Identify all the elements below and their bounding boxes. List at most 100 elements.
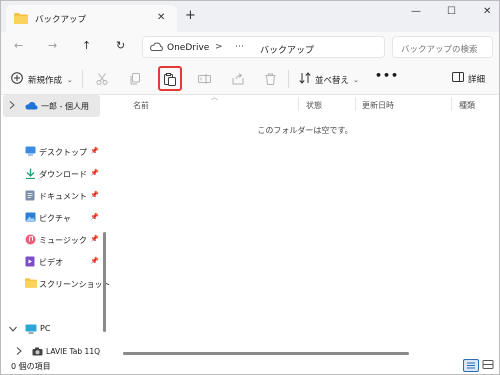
details-view-button[interactable]: [463, 359, 479, 372]
folder-icon: [14, 13, 28, 26]
tab-backup[interactable]: バックアップ ✕: [6, 5, 177, 32]
breadcrumb-more-button[interactable]: ⋯: [235, 42, 244, 52]
pin-icon[interactable]: 📌: [90, 169, 99, 177]
document-icon: [25, 190, 35, 203]
column-divider[interactable]: [451, 97, 452, 111]
sidebar-item-music[interactable]: ミュージック 📌: [25, 232, 100, 248]
sort-button-label: 並べ替え: [315, 75, 350, 86]
close-button[interactable]: ✕: [483, 6, 491, 17]
delete-icon[interactable]: [265, 73, 276, 87]
search-input[interactable]: バックアップの検索: [401, 43, 478, 55]
details-label: 詳細: [468, 74, 486, 85]
search-box[interactable]: バックアップの検索: [392, 36, 493, 58]
breadcrumb-current[interactable]: バックアップ: [260, 43, 314, 56]
more-options-button[interactable]: •••: [375, 69, 399, 82]
toolbar-divider: [288, 70, 289, 88]
download-icon: [25, 168, 36, 181]
sidebar-item-label: ピクチャ: [39, 214, 71, 223]
sidebar-item-label: LAVIE Tab 11Q: [46, 347, 100, 356]
sidebar-item-device[interactable]: LAVIE Tab 11Q: [1, 345, 111, 359]
cut-icon[interactable]: [96, 73, 108, 87]
horizontal-scrollbar[interactable]: [123, 352, 409, 355]
column-divider[interactable]: [298, 97, 299, 111]
copy-icon[interactable]: [129, 73, 141, 87]
sidebar-item-label: デスクトップ: [39, 148, 87, 157]
refresh-button[interactable]: ↻: [116, 39, 125, 52]
sidebar-item-desktop[interactable]: デスクトップ 📌: [25, 144, 100, 160]
command-bar: 新規作成 ⌄ 並べ替え ⌄ ••• 詳細: [1, 62, 499, 95]
column-header-type[interactable]: 種類: [459, 100, 475, 111]
back-button[interactable]: ←: [14, 39, 23, 52]
share-icon[interactable]: [232, 73, 244, 87]
tab-title: バックアップ: [35, 15, 87, 25]
column-divider[interactable]: [355, 97, 356, 111]
details-view-icon: [467, 362, 475, 369]
chevron-right-icon[interactable]: [9, 101, 15, 111]
forward-button[interactable]: →: [48, 39, 57, 52]
item-count: 0 個の項目: [11, 362, 51, 371]
title-bar: バックアップ ✕ + — ☐ ✕: [1, 1, 499, 32]
onedrive-icon: [25, 101, 38, 112]
add-circle-icon: [11, 72, 23, 87]
sidebar-item-downloads[interactable]: ダウンロード 📌: [25, 166, 100, 182]
details-pane-button[interactable]: 詳細: [452, 72, 485, 85]
paste-highlight-box: [158, 66, 182, 91]
pictures-icon: [25, 212, 36, 224]
sidebar-item-label: ドキュメント: [39, 192, 87, 201]
breadcrumb-onedrive[interactable]: OneDrive: [167, 43, 209, 53]
desktop-icon: [25, 146, 36, 158]
navigation-pane: 一郎 - 個人用 デスクトップ 📌 ダウンロード 📌 ドキュメント 📌 ピクチャ…: [1, 95, 111, 358]
up-button[interactable]: ↑: [82, 39, 91, 52]
music-icon: [25, 234, 36, 247]
sort-button[interactable]: 並べ替え ⌄: [299, 72, 359, 87]
sidebar-item-onedrive[interactable]: 一郎 - 個人用: [3, 95, 100, 117]
address-row: ← → ↑ ↻ OneDrive > ⋯ バックアップ バックアップの検索: [1, 32, 499, 62]
file-list: ︿ 名前 状態 更新日時 種類 このフォルダーは空です。: [111, 93, 499, 358]
chevron-right-icon[interactable]: [16, 347, 22, 357]
sidebar-item-label: 一郎 - 個人用: [41, 102, 89, 111]
sidebar-item-label: ミュージック: [39, 236, 87, 245]
camera-icon: [32, 347, 43, 358]
file-explorer-window: バックアップ ✕ + — ☐ ✕ ← → ↑ ↻ OneDrive > ⋯ バッ…: [0, 0, 500, 375]
pin-icon[interactable]: 📌: [90, 235, 99, 243]
sort-icon: [299, 72, 311, 87]
tiles-view-button[interactable]: [481, 359, 497, 372]
sidebar-item-label: ダウンロード: [39, 170, 87, 179]
tab-close-icon[interactable]: ✕: [157, 12, 165, 23]
sidebar-item-label: ビデオ: [39, 258, 63, 267]
breadcrumb-separator[interactable]: >: [215, 42, 223, 52]
details-pane-icon: [452, 72, 464, 85]
column-header-status[interactable]: 状態: [306, 100, 322, 111]
new-button-label: 新規作成: [28, 75, 63, 86]
sidebar-item-label: PC: [40, 324, 51, 333]
pin-icon[interactable]: 📌: [90, 257, 99, 265]
sidebar-item-pictures[interactable]: ピクチャ 📌: [25, 210, 100, 226]
new-tab-button[interactable]: +: [185, 9, 196, 22]
pin-icon[interactable]: 📌: [90, 147, 99, 155]
maximize-button[interactable]: ☐: [447, 6, 456, 17]
folder-icon: [25, 278, 37, 290]
cloud-icon: [149, 42, 164, 53]
minimize-button[interactable]: —: [411, 6, 421, 17]
empty-folder-message: このフォルダーは空です。: [257, 126, 353, 135]
rename-icon[interactable]: [198, 73, 211, 87]
sidebar-item-screenshots[interactable]: スクリーンショット: [25, 276, 111, 292]
sidebar-item-documents[interactable]: ドキュメント 📌: [25, 188, 100, 204]
video-icon: [25, 256, 35, 269]
navigation-scrollbar[interactable]: [103, 232, 106, 332]
new-button[interactable]: 新規作成 ⌄: [11, 72, 73, 87]
column-header-name[interactable]: 名前: [133, 100, 149, 111]
chevron-down-icon: ⌄: [353, 75, 359, 84]
status-bar: 0 個の項目: [1, 358, 499, 374]
address-bar[interactable]: OneDrive > ⋯ バックアップ: [142, 36, 385, 58]
sort-caret-icon: ︿: [211, 93, 218, 101]
pin-icon[interactable]: 📌: [90, 213, 99, 221]
column-header-modified[interactable]: 更新日時: [362, 100, 394, 111]
sidebar-item-videos[interactable]: ビデオ 📌: [25, 254, 100, 270]
chevron-down-icon[interactable]: [9, 325, 17, 334]
tiles-view-icon: [482, 360, 494, 369]
toolbar-divider: [82, 70, 83, 88]
sidebar-item-pc[interactable]: PC: [1, 321, 101, 337]
chevron-down-icon: ⌄: [67, 75, 73, 84]
pin-icon[interactable]: 📌: [90, 191, 99, 199]
